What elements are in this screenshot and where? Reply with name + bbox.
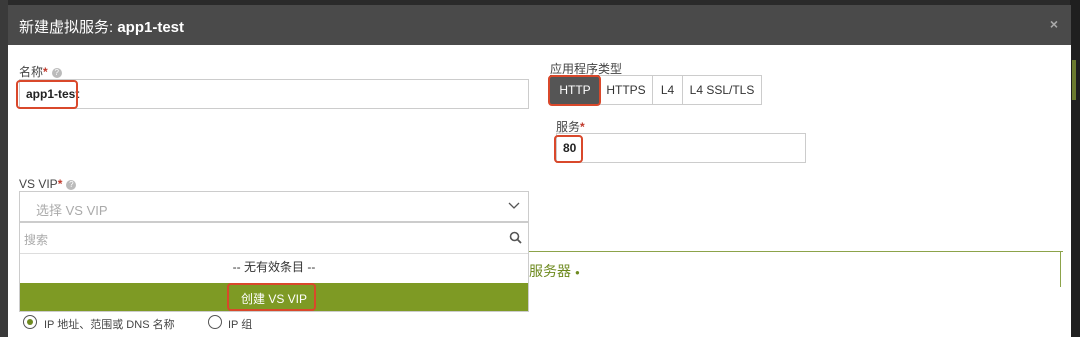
servers-section-border-right xyxy=(1060,251,1061,287)
modal-title-name: app1-test xyxy=(117,19,185,36)
help-icon[interactable]: ? xyxy=(66,179,77,190)
modal-header: 新建虚拟服务: app1-test × xyxy=(8,5,1071,45)
name-input[interactable]: app1-test xyxy=(19,79,529,109)
radio-ip-group-label: IP 组 xyxy=(228,319,253,331)
radio-ip-group[interactable] xyxy=(208,315,222,329)
no-items-text: -- 无有效条目 -- xyxy=(232,260,316,274)
service-port-input[interactable]: 80 xyxy=(556,133,806,163)
vs-vip-label: VS VIP xyxy=(19,177,58,191)
service-label: 服务 xyxy=(556,120,581,134)
servers-section-title: 服务器 ● xyxy=(529,263,580,279)
close-icon[interactable]: × xyxy=(1047,17,1061,31)
modal-title-prefix: 新建虚拟服务: xyxy=(19,19,114,36)
background-scroll-accent xyxy=(1072,60,1076,100)
required-mark: * xyxy=(580,120,585,134)
dropdown-search-field[interactable]: 搜索 xyxy=(20,223,528,254)
app-type-l4-button[interactable]: L4 xyxy=(652,75,683,105)
required-mark: * xyxy=(43,65,48,79)
help-icon[interactable]: ? xyxy=(51,67,62,78)
required-mark: * xyxy=(57,177,63,191)
vs-vip-label-group: VS VIP*? xyxy=(19,177,77,191)
radio-ip-address-label: IP 地址、范围或 DNS 名称 xyxy=(44,319,175,331)
app-type-https-button[interactable]: HTTPS xyxy=(599,75,653,105)
create-vip-highlight-box xyxy=(227,283,316,311)
radio-ip-address[interactable] xyxy=(23,315,37,329)
vs-vip-select[interactable]: 选择 VS VIP xyxy=(19,191,529,222)
servers-title-text: 服务器 xyxy=(529,263,571,279)
name-label: 名称 xyxy=(19,65,44,79)
search-placeholder: 搜索 xyxy=(24,233,49,247)
app-type-l4-ssl-tls-button[interactable]: L4 SSL/TLS xyxy=(682,75,762,105)
name-label-group: 名称*? xyxy=(19,63,62,80)
vs-vip-placeholder: 选择 VS VIP xyxy=(36,203,108,218)
app-type-highlight-box xyxy=(548,75,601,106)
servers-section-border xyxy=(529,251,1063,252)
search-icon xyxy=(509,231,522,244)
service-highlight-box xyxy=(554,135,583,163)
new-virtual-service-modal: 新建虚拟服务: app1-test × 名称*? app1-test 应用程序类… xyxy=(8,5,1071,337)
chevron-down-icon xyxy=(508,202,520,209)
background-left-strip xyxy=(0,0,8,337)
name-highlight-box xyxy=(16,80,78,109)
modal-title: 新建虚拟服务: app1-test xyxy=(19,16,184,37)
background-right-strip xyxy=(1070,0,1080,337)
